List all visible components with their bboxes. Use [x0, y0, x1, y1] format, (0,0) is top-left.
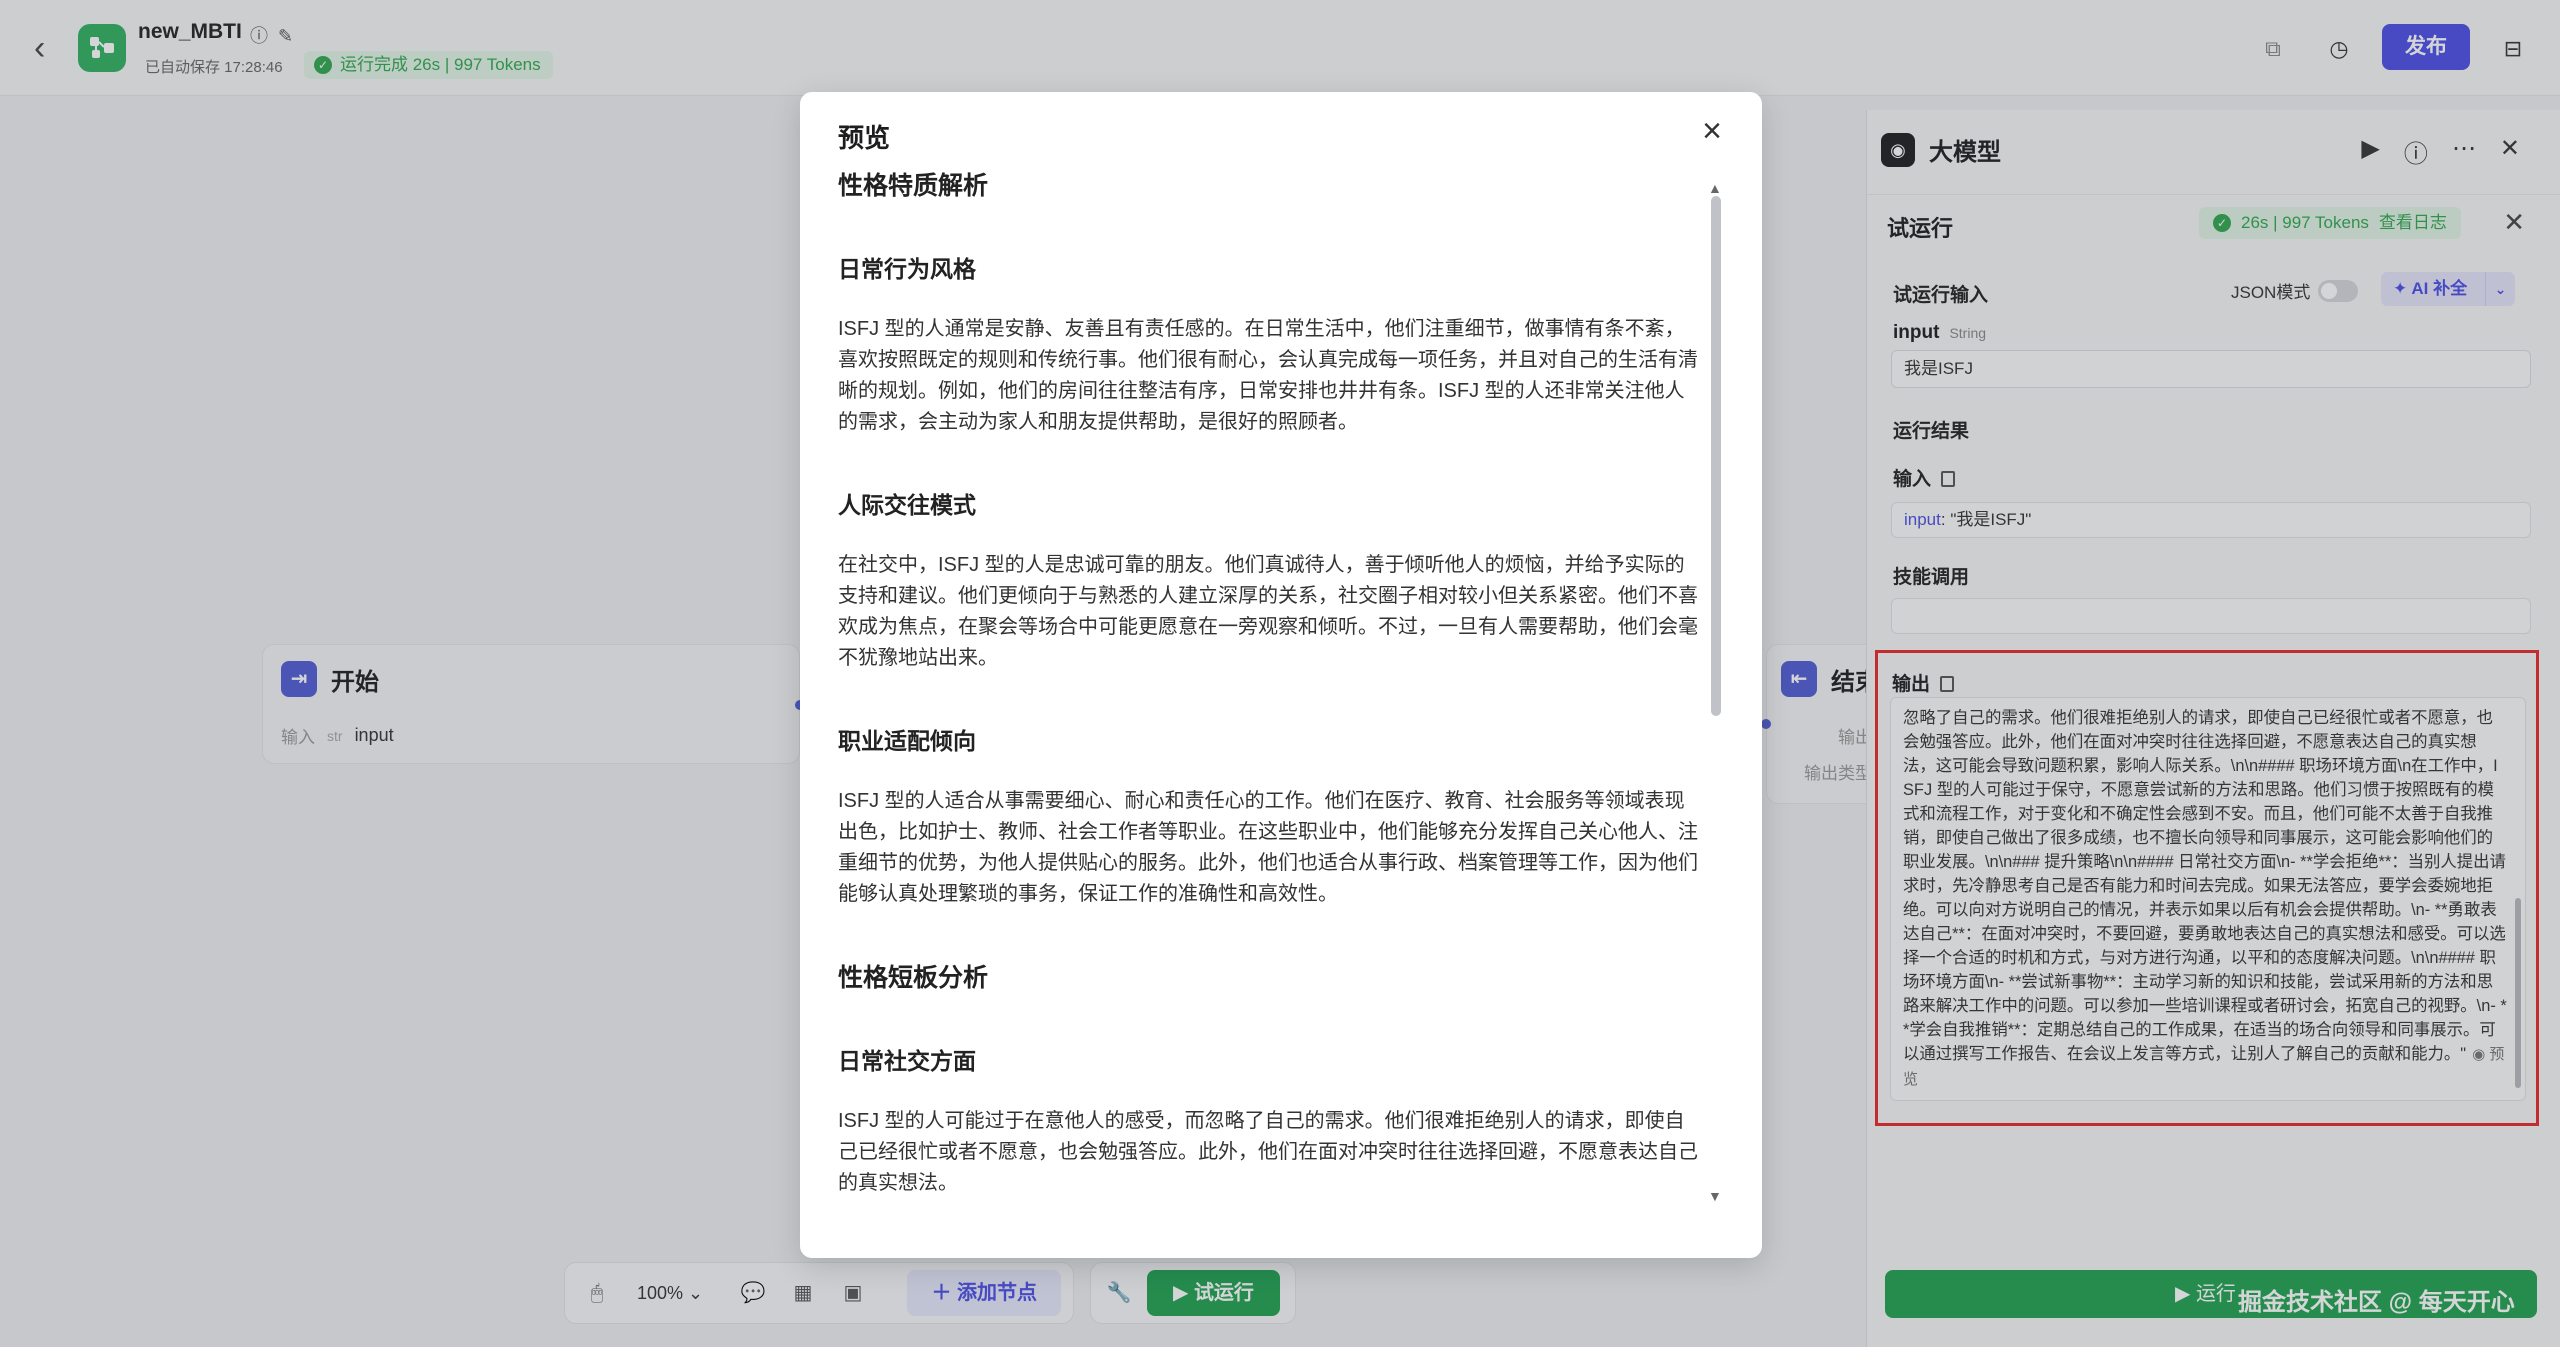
modal-body: 性格特质解析 日常行为风格 ISFJ 型的人通常是安静、友善且有责任感的。在日常… [838, 166, 1702, 1236]
section-paragraph: 在社交中，ISFJ 型的人是忠诚可靠的朋友。他们真诚待人，善于倾听他人的烦恼，并… [838, 554, 1698, 669]
modal-scrollbar[interactable]: ▲ ▼ [1708, 180, 1722, 1204]
section-paragraph: ISFJ 型的人通常是安静、友善且有责任感的。在日常生活中，他们注重细节，做事情… [838, 318, 1698, 433]
scroll-down-icon[interactable]: ▼ [1708, 1188, 1722, 1204]
section-subheading: 日常社交方面 [838, 1048, 976, 1074]
section-subheading: 职业适配倾向 [838, 728, 976, 754]
section-subheading: 人际交往模式 [838, 492, 976, 518]
section-paragraph: ISFJ 型的人可能过于在意他人的感受，而忽略了自己的需求。他们很难拒绝别人的请… [838, 1110, 1698, 1194]
close-icon[interactable]: × [1702, 112, 1722, 151]
modal-title: 预览 [838, 123, 891, 153]
scroll-thumb[interactable] [1711, 196, 1721, 716]
scroll-up-icon[interactable]: ▲ [1708, 180, 1722, 196]
preview-modal: 预览 × 性格特质解析 日常行为风格 ISFJ 型的人通常是安静、友善且有责任感… [800, 92, 1762, 1258]
section-paragraph: ISFJ 型的人适合从事需要细心、耐心和责任心的工作。他们在医疗、教育、社会服务… [838, 790, 1698, 905]
section-heading: 性格特质解析 [838, 172, 989, 200]
section-heading: 性格短板分析 [838, 964, 989, 992]
section-subheading: 日常行为风格 [838, 256, 976, 282]
